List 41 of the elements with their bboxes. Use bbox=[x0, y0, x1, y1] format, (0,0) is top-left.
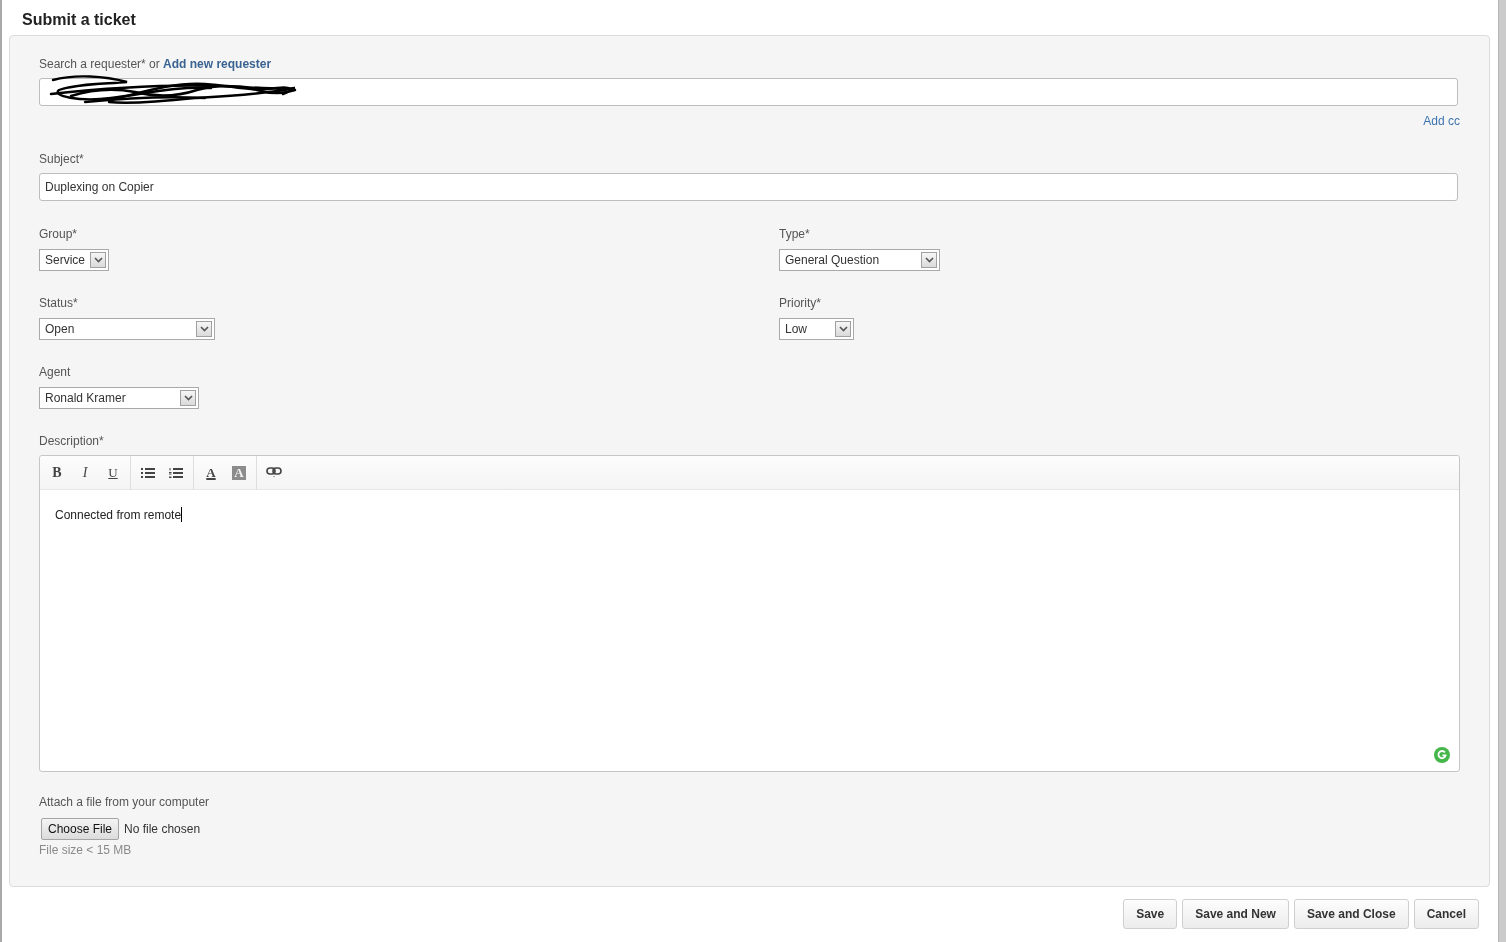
bullet-list-icon bbox=[141, 467, 155, 478]
field-label: Status* bbox=[39, 295, 78, 311]
chain-link-icon bbox=[266, 467, 282, 478]
select-field[interactable]: Low bbox=[779, 318, 854, 340]
description-label: Description* bbox=[39, 433, 104, 449]
attach-label: Attach a file from your computer bbox=[39, 794, 210, 810]
chevron-down-icon bbox=[196, 321, 212, 337]
subject-label: Subject* bbox=[39, 151, 84, 167]
numbered-list-icon bbox=[169, 467, 183, 478]
underline-button[interactable]: U bbox=[99, 461, 127, 484]
g-badge-icon bbox=[1434, 747, 1450, 763]
requester-label: Search a requester* or Add new requester bbox=[39, 56, 272, 72]
chevron-down-icon bbox=[921, 252, 937, 268]
action-button[interactable]: Save bbox=[1123, 899, 1178, 929]
add-cc-link[interactable]: Add cc bbox=[1423, 114, 1460, 128]
action-button[interactable]: Save and New bbox=[1182, 899, 1289, 929]
chevron-down-icon bbox=[835, 321, 851, 337]
file-status-text: No file chosen bbox=[124, 821, 201, 837]
add-requester-link[interactable]: Add new requester bbox=[163, 57, 272, 71]
italic-button[interactable]: I bbox=[71, 461, 99, 484]
select-field[interactable]: General Question bbox=[779, 249, 940, 271]
file-size-hint: File size < 15 MB bbox=[39, 843, 132, 857]
field-label: Agent bbox=[39, 364, 71, 380]
field-label: Type* bbox=[779, 226, 810, 242]
chevron-down-icon bbox=[180, 390, 196, 406]
action-button[interactable]: Cancel bbox=[1413, 899, 1479, 929]
field-label: Priority* bbox=[779, 295, 821, 311]
requester-search-field[interactable] bbox=[39, 78, 1458, 106]
scrollbar[interactable] bbox=[1498, 0, 1506, 942]
font-color-button[interactable]: A bbox=[197, 461, 225, 484]
field-label: Group* bbox=[39, 226, 78, 242]
bold-button[interactable]: B bbox=[43, 461, 71, 484]
select-field[interactable]: Ronald Kramer bbox=[39, 387, 199, 409]
action-button[interactable]: Save and Close bbox=[1293, 899, 1409, 929]
choose-file-button[interactable]: Choose File bbox=[41, 818, 120, 840]
page-title: Submit a ticket bbox=[21, 10, 136, 30]
subject-field[interactable]: Duplexing on Copier bbox=[39, 173, 1458, 201]
editor-text-area[interactable]: Connected from remote bbox=[40, 490, 1459, 771]
select-field[interactable]: Service bbox=[39, 249, 109, 271]
chevron-down-icon bbox=[90, 252, 106, 268]
select-field[interactable]: Open bbox=[39, 318, 215, 340]
